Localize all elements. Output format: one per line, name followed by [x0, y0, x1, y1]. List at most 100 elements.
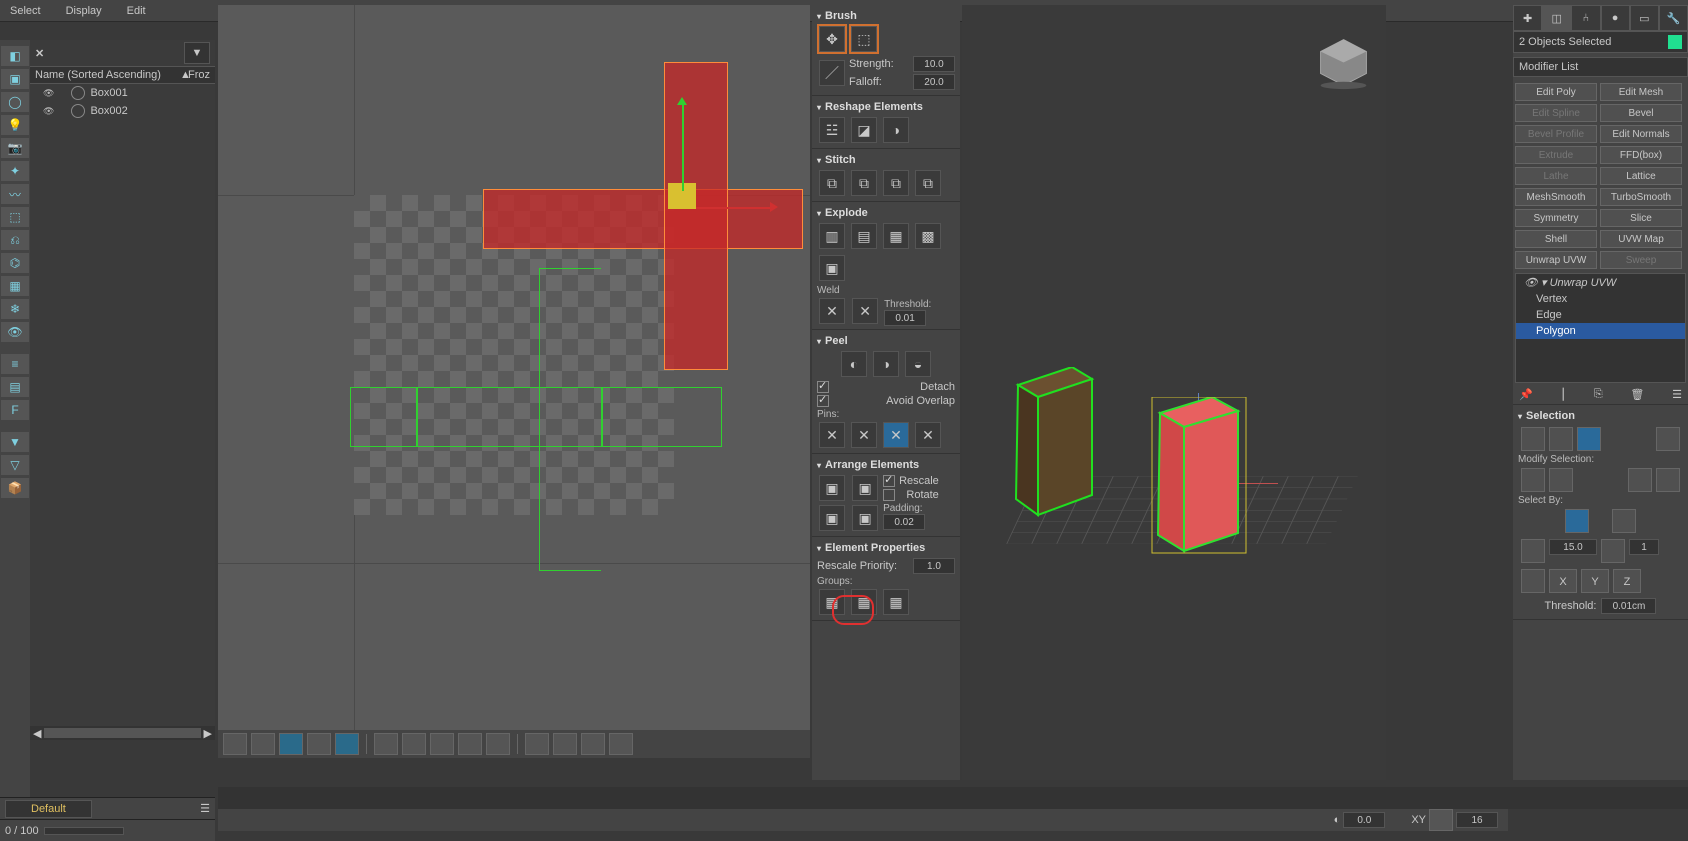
object-box001[interactable]	[1010, 367, 1100, 520]
modifier-button[interactable]: Unwrap UVW	[1515, 251, 1597, 269]
stack-modifier[interactable]: 👁 ▾ Unwrap UVW	[1516, 274, 1685, 291]
z-button[interactable]: Z	[1613, 569, 1641, 593]
uv-cluster-outline[interactable]	[350, 387, 722, 447]
modifier-button[interactable]: TurboSmooth	[1600, 188, 1682, 206]
stitch3-icon[interactable]: ⧉	[883, 170, 909, 196]
menu-edit[interactable]: Edit	[127, 5, 146, 17]
tab-create[interactable]: ✚	[1513, 5, 1542, 31]
modifier-button[interactable]: Symmetry	[1515, 209, 1597, 227]
matid-icon[interactable]	[1601, 539, 1625, 563]
axis-icon[interactable]	[1521, 569, 1545, 593]
flatten-icon[interactable]: ▥	[819, 223, 845, 249]
icon-display-shapes[interactable]: ◯	[1, 92, 29, 112]
pin1-icon[interactable]: ✕	[819, 422, 845, 448]
pack3-icon[interactable]: ▣	[819, 505, 845, 531]
flatten5-icon[interactable]: ▣	[819, 255, 845, 281]
group1-icon[interactable]: ▦	[819, 589, 845, 615]
stack-subobject[interactable]: Edge	[1516, 307, 1685, 323]
tab-motion[interactable]: ●	[1601, 5, 1630, 31]
modifier-list-dropdown[interactable]: Modifier List	[1513, 57, 1688, 77]
rollout-header[interactable]: Arrange Elements	[817, 457, 955, 473]
object-box002[interactable]	[1150, 397, 1250, 560]
tab-utilities[interactable]: 🔧	[1659, 5, 1688, 31]
list-item[interactable]: Box002	[30, 102, 215, 120]
icon-display-helpers[interactable]: ✦	[1, 161, 29, 181]
uv-face-selected[interactable]	[484, 190, 802, 248]
weld-icon[interactable]: ✕	[819, 298, 845, 324]
layers-icon[interactable]: ☰	[200, 802, 210, 815]
options2-icon[interactable]	[486, 733, 510, 755]
weld2-icon[interactable]: ✕	[852, 298, 878, 324]
flatten3-icon[interactable]: ▦	[883, 223, 909, 249]
planar-icon[interactable]	[1521, 539, 1545, 563]
ring-icon[interactable]	[1628, 468, 1652, 492]
stitch2-icon[interactable]: ⧉	[851, 170, 877, 196]
straighten-icon[interactable]: ☳	[819, 117, 845, 143]
align-icon[interactable]: ◪	[851, 117, 877, 143]
tab-hierarchy[interactable]: ⑃	[1571, 5, 1600, 31]
modifier-button[interactable]: Lattice	[1600, 167, 1682, 185]
threshold-spinner[interactable]: 0.01cm	[1601, 598, 1656, 614]
icon-filter-2[interactable]: ▽	[1, 455, 29, 475]
column-name[interactable]: Name (Sorted Ascending)	[35, 69, 180, 81]
move-icon[interactable]	[223, 733, 247, 755]
group2-icon[interactable]: ▦	[851, 589, 877, 615]
tab-modify[interactable]: ◫	[1542, 5, 1571, 31]
stitch1-icon[interactable]: ⧉	[819, 170, 845, 196]
freeze-icon[interactable]	[71, 86, 85, 100]
rescale-checkbox[interactable]	[883, 475, 895, 487]
modifier-button[interactable]: Edit Mesh	[1600, 83, 1682, 101]
rollout-header[interactable]: Selection	[1518, 408, 1683, 424]
scrollbar[interactable]: ◀▶	[30, 726, 215, 740]
snap2-icon[interactable]	[402, 733, 426, 755]
icon-filter[interactable]: ▼	[1, 432, 29, 452]
modifier-button[interactable]: UVW Map	[1600, 230, 1682, 248]
filter-icon[interactable]: ▼	[184, 42, 210, 64]
select-by-element-icon[interactable]	[1565, 509, 1589, 533]
list-item[interactable]: Box001	[30, 84, 215, 102]
icon-display-bone[interactable]: ⌬	[1, 253, 29, 273]
freeform-icon[interactable]	[307, 733, 331, 755]
stitch4-icon[interactable]: ⧉	[915, 170, 941, 196]
brush-shape-icon[interactable]: ／	[819, 60, 845, 86]
icon-list-3[interactable]: F	[1, 400, 29, 420]
viewcube[interactable]	[1316, 35, 1371, 90]
loop-icon[interactable]	[1656, 468, 1680, 492]
pack1-icon[interactable]: ▣	[819, 475, 845, 501]
avoid-checkbox[interactable]	[817, 395, 829, 407]
subobj-edge-icon[interactable]	[1549, 427, 1573, 451]
configure-icon[interactable]: ☰	[1672, 388, 1682, 401]
remove-mod-icon[interactable]: 🗑	[1630, 388, 1644, 401]
strength-spinner[interactable]: 10.0	[913, 56, 955, 72]
visibility-icon[interactable]	[55, 105, 66, 117]
show-end-icon[interactable]: ⎮	[1560, 388, 1566, 401]
close-icon[interactable]: ✕	[35, 47, 44, 60]
visibility-icon[interactable]	[55, 87, 66, 99]
modifier-button[interactable]: Shell	[1515, 230, 1597, 248]
modifier-button[interactable]: Sweep	[1600, 251, 1682, 269]
modifier-button[interactable]: Bevel Profile	[1515, 125, 1597, 143]
threshold-spinner[interactable]: 0.01	[884, 310, 926, 326]
gizmo-x-axis[interactable]	[696, 207, 771, 209]
icon-display-xrefs[interactable]: ⎌	[1, 230, 29, 250]
paint-relax-icon[interactable]: ⬚	[851, 26, 877, 52]
menu-select[interactable]: Select	[10, 5, 41, 17]
axis-label[interactable]: XY	[1411, 814, 1426, 826]
icon-display-all[interactable]: ◧	[1, 46, 29, 66]
icon-display-hidden[interactable]: 👁	[1, 322, 29, 342]
pin2-icon[interactable]: ✕	[851, 422, 877, 448]
padding-spinner[interactable]: 0.02	[883, 514, 925, 530]
perspective-viewport[interactable]	[962, 5, 1386, 780]
stack-subobject[interactable]: Polygon	[1516, 323, 1685, 339]
coord-icon[interactable]: ◐	[1334, 814, 1341, 826]
shrink-icon[interactable]	[1549, 468, 1573, 492]
grow-icon[interactable]	[1521, 468, 1545, 492]
subobj-face-icon[interactable]	[1577, 427, 1601, 451]
column-frozen[interactable]: Froz	[188, 69, 210, 81]
icon-display-frozen[interactable]: ❄	[1, 299, 29, 319]
freeze-icon[interactable]	[71, 104, 85, 118]
options-icon[interactable]	[458, 733, 482, 755]
snap3-icon[interactable]	[430, 733, 454, 755]
rotate-checkbox[interactable]	[883, 489, 895, 501]
modifier-button[interactable]: Extrude	[1515, 146, 1597, 164]
